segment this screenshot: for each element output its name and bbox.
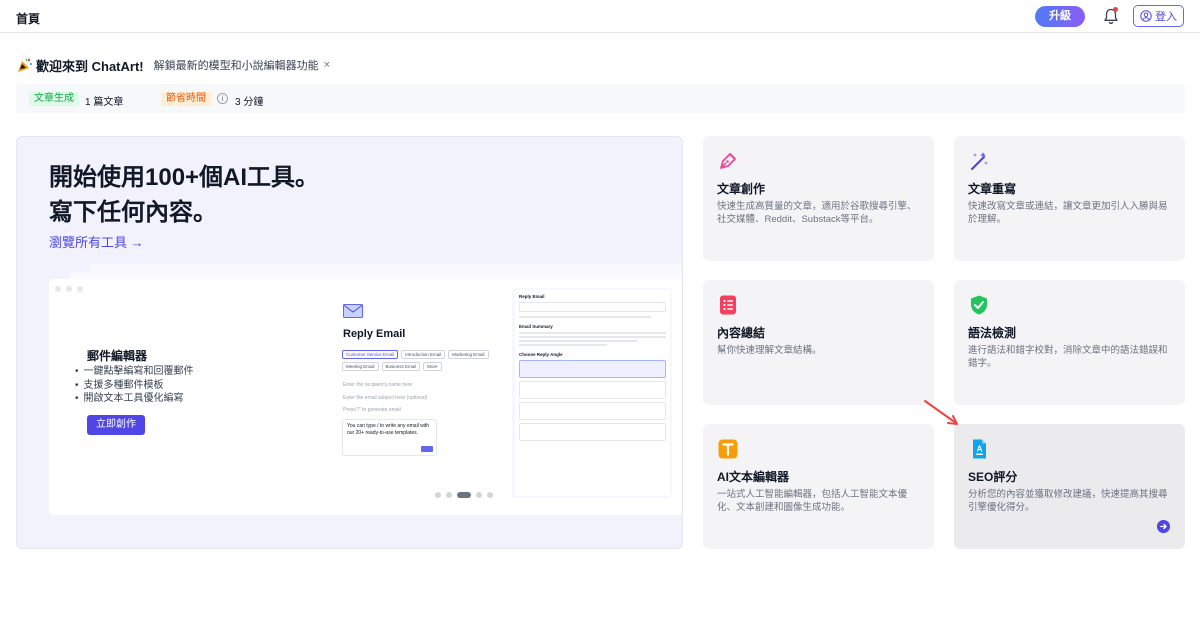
carousel-pager: [435, 492, 493, 498]
arrow-right-icon[interactable]: [1157, 520, 1170, 533]
tool-card-article-rewrite[interactable]: 文章重寫 快速改寫文章或連結，讓文章更加引人入勝與易於理解。: [954, 136, 1185, 261]
feature-item: 開啟文本工具優化編寫: [75, 392, 194, 406]
page-title: 首頁: [16, 12, 41, 26]
hero-title-line2: 寫下任何內容。: [49, 199, 217, 226]
top-bar: 首頁 升級 登入: [0, 0, 1200, 33]
pager-dot[interactable]: [435, 492, 441, 498]
mock-angle-title: Choose Reply Angle: [519, 352, 563, 357]
mock-reply-option: [519, 423, 666, 441]
tool-title: AI文本編輯器: [717, 470, 790, 484]
template-chip: Customer Service Email: [342, 350, 399, 359]
user-icon: [1140, 10, 1152, 22]
tool-card-grammar-check[interactable]: 語法檢測 進行語法和錯字校對，消除文章中的語法錯誤和錯字。: [954, 280, 1185, 405]
tool-card-article-creation[interactable]: 文章創作 快速生成高質量的文章，適用於谷歌搜尋引擎、社交媒體、Reddit、Su…: [703, 136, 934, 261]
mock-compose-panel: Reply Email Customer Service Email Intro…: [315, 288, 512, 498]
feature-title: 郵件編輯器: [87, 349, 148, 363]
mail-icon: [343, 304, 363, 318]
feature-item: 一鍵點擊編寫和回覆郵件: [75, 365, 194, 379]
close-icon[interactable]: ×: [324, 59, 330, 71]
login-label: 登入: [1155, 11, 1177, 23]
mock-reply-option: [519, 360, 666, 378]
welcome-banner: 歡迎來到 ChatArt! 解鎖最新的模型和小說編輯器功能 ×: [17, 56, 330, 74]
shield-check-icon: [971, 295, 987, 315]
tool-description: 快速改寫文章或連結，讓文章更加引人入勝與易於理解。: [968, 201, 1168, 225]
articles-generated-value: 1 篇文章: [85, 97, 124, 108]
pager-dot[interactable]: [446, 492, 452, 498]
time-saved-value: 3 分鐘: [235, 97, 264, 108]
tool-card-ai-text-editor[interactable]: AI文本編輯器 一站式人工智能編輯器，包括人工智能文本優化、文本創建和圖像生成功…: [703, 424, 934, 549]
welcome-subtitle[interactable]: 解鎖最新的模型和小說編輯器功能: [154, 57, 319, 73]
tool-title: 語法檢測: [968, 326, 1017, 340]
welcome-title: 歡迎來到 ChatArt!: [36, 58, 144, 74]
create-now-button[interactable]: 立即創作: [87, 415, 145, 435]
sparkles-icon: [970, 152, 988, 171]
tool-description: 進行語法和錯字校對，消除文章中的語法錯誤和錯字。: [968, 345, 1168, 369]
tool-title: 文章重寫: [968, 182, 1017, 196]
template-chip: Business Email: [381, 362, 421, 371]
tool-description: 一站式人工智能編輯器，包括人工智能文本優化、文本創建和圖像生成功能。: [717, 489, 908, 513]
stats-bar: 文章生成 1 篇文章 節省時間 i 3 分鐘: [16, 84, 1185, 113]
mock-reply-option: [519, 381, 666, 399]
template-chips: Customer Service Email Introduction Emai…: [342, 350, 512, 371]
template-chip: Marketing Email: [448, 350, 489, 359]
browse-all-tools-link[interactable]: 瀏覽所有工具 →: [49, 232, 144, 251]
mock-tip-text: You can type / to write any email with o…: [347, 423, 430, 436]
pager-dot-active[interactable]: [457, 492, 471, 498]
text-editor-icon: [718, 439, 738, 459]
mock-reply-option: [519, 402, 666, 420]
annotation-arrow-icon: [924, 400, 958, 425]
tool-description: 幫你快速理解文章結構。: [717, 345, 822, 356]
mock-tip-popup: You can type / to write any email with o…: [342, 419, 437, 456]
pager-dot[interactable]: [487, 492, 493, 498]
feature-list: 一鍵點擊編寫和回覆郵件 支援多種郵件模板 開啟文本工具優化編寫: [75, 365, 194, 406]
mock-recipient-field: Enter the recipient's name here: [343, 382, 413, 388]
email-editor-screenshot: Reply Email Customer Service Email Intro…: [315, 288, 672, 498]
tool-description: 分析您的內容並獲取修改建議，快速提高其搜尋引擎優化得分。: [968, 489, 1168, 513]
hero-title: 開始使用100+個AI工具。 寫下任何內容。: [49, 160, 319, 230]
pen-nib-icon: [720, 153, 736, 169]
template-chip: More: [423, 362, 442, 371]
hero-title-line1: 開始使用100+個AI工具。: [49, 164, 320, 191]
time-saved-badge: 節省時間: [161, 92, 211, 106]
template-chip: Introduction Email: [401, 350, 446, 359]
feature-preview-card: 郵件編輯器 一鍵點擊編寫和回覆郵件 支援多種郵件模板 開啟文本工具優化編寫 立即…: [49, 279, 682, 515]
tool-title: SEO評分: [968, 470, 1018, 484]
mock-ok-button: [421, 446, 433, 452]
list-icon: [720, 295, 736, 315]
tool-card-content-summary[interactable]: 內容總結 幫你快速理解文章結構。: [703, 280, 934, 405]
window-dots: [55, 286, 83, 292]
seo-doc-icon: A: [973, 439, 986, 459]
articles-generated-badge: 文章生成: [29, 92, 79, 106]
mock-body-field: Press"/" to generate email: [343, 407, 401, 413]
pager-dot[interactable]: [476, 492, 482, 498]
mock-subject-field: Enter the email subject here (optional): [343, 395, 428, 401]
party-popper-icon: [18, 58, 32, 72]
mock-input-box: [519, 302, 666, 312]
tool-title: 內容總結: [717, 326, 766, 340]
feature-item: 支援多種郵件模板: [75, 379, 194, 393]
notification-dot: [1113, 7, 1118, 12]
upgrade-button[interactable]: 升級: [1035, 6, 1085, 27]
tool-card-seo-score[interactable]: A SEO評分 分析您的內容並獲取修改建議，快速提高其搜尋引擎優化得分。: [954, 424, 1185, 549]
mock-reply-title: Reply Email: [519, 294, 545, 299]
svg-text:A: A: [977, 445, 983, 454]
login-button[interactable]: 登入: [1133, 5, 1184, 27]
tool-description: 快速生成高質量的文章，適用於谷歌搜尋引擎、社交媒體、Reddit、Substac…: [717, 201, 917, 225]
mock-title: Reply Email: [343, 328, 406, 340]
template-chip: Meeting Email: [342, 362, 379, 371]
info-icon[interactable]: i: [217, 93, 228, 104]
tool-title: 文章創作: [717, 182, 766, 196]
hero-panel: 開始使用100+個AI工具。 寫下任何內容。 瀏覽所有工具 → 郵件編輯器 一鍵…: [16, 136, 683, 549]
mock-reply-panel: Reply Email Email Summary Choose Reply A…: [515, 290, 670, 496]
mock-summary-title: Email Summary: [519, 324, 553, 329]
